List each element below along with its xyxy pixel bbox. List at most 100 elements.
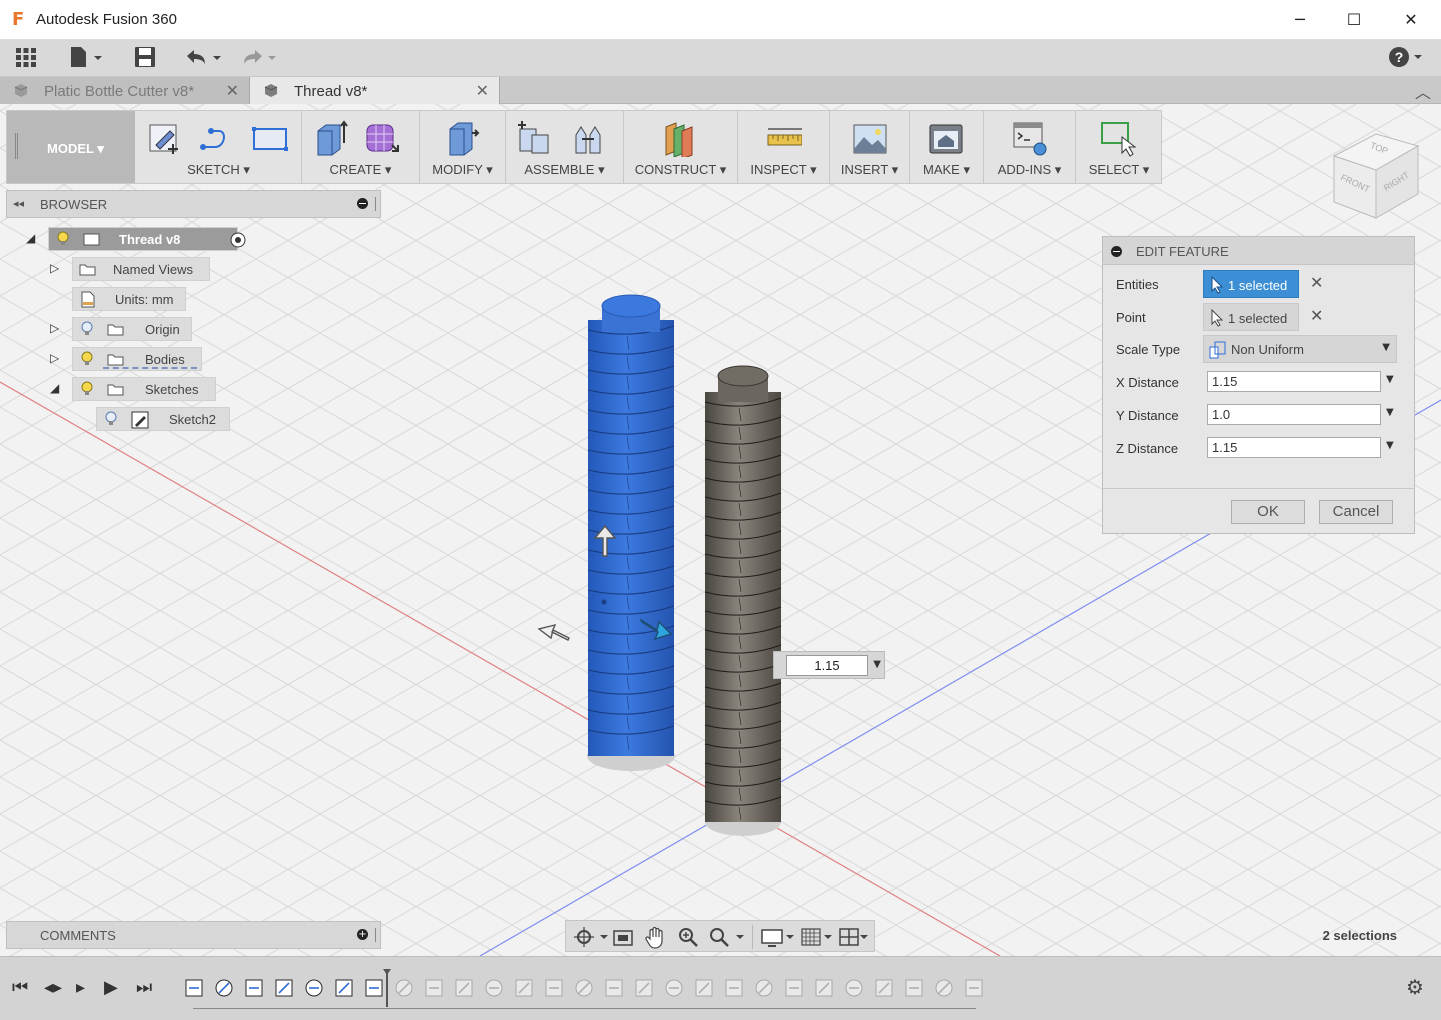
look-at-icon[interactable] (612, 925, 634, 949)
toolbar-grip[interactable] (15, 133, 18, 159)
insert-menu[interactable]: INSERT ▾ (830, 162, 909, 178)
ok-button[interactable]: OK (1231, 500, 1305, 524)
entities-selector[interactable]: 1 selected (1203, 270, 1299, 298)
timeline-feature-icon[interactable] (303, 977, 325, 999)
fit-icon[interactable] (706, 925, 746, 949)
collapse-icon[interactable]: ◢ (50, 381, 64, 395)
inspect-group[interactable]: INSPECT ▾ (738, 111, 830, 183)
tree-node[interactable]: Sketches (72, 377, 216, 401)
assemble-group[interactable]: ASSEMBLE ▾ (506, 111, 624, 183)
view-cube[interactable]: TOP FRONT RIGHT (1326, 118, 1426, 228)
minimize-browser-icon[interactable] (357, 198, 368, 209)
collapse-icon[interactable]: ◢ (26, 231, 40, 245)
offset-plane-icon[interactable] (662, 119, 698, 157)
visibility-bulb-off-icon[interactable] (81, 321, 93, 337)
timeline-settings-icon[interactable]: ⚙ (1406, 975, 1424, 999)
browser-header[interactable]: ◂◂ BROWSER (6, 190, 381, 218)
zoom-icon[interactable] (676, 925, 700, 949)
tree-node[interactable]: Thread v8 (48, 227, 246, 251)
line-icon[interactable] (198, 119, 234, 157)
scale-type-dropdown[interactable]: Non Uniform ▼ (1203, 335, 1397, 363)
tab-close-icon[interactable]: ✕ (226, 81, 239, 100)
select-menu[interactable]: SELECT ▾ (1076, 162, 1162, 178)
file-icon[interactable] (68, 45, 106, 71)
scripts-addins-icon[interactable] (1012, 119, 1048, 157)
tree-item-sketches[interactable]: ◢ Sketches (50, 377, 230, 401)
help-icon[interactable]: ? (1388, 45, 1428, 71)
timeline-feature-icon[interactable] (633, 977, 655, 999)
app-grid-icon[interactable] (14, 45, 40, 71)
tab-close-icon[interactable]: ✕ (476, 81, 489, 100)
timeline-feature-icon[interactable] (393, 977, 415, 999)
timeline-feature-icon[interactable] (183, 977, 205, 999)
timeline-feature-icon[interactable] (693, 977, 715, 999)
tree-item-root[interactable]: ◢ Thread v8 (26, 227, 246, 251)
display-settings-icon[interactable] (760, 925, 796, 949)
grid-settings-icon[interactable] (800, 925, 836, 949)
extrude-icon[interactable] (314, 119, 350, 157)
timeline-marker[interactable] (383, 969, 391, 1009)
tree-item-named-views[interactable]: ▷ Named Views (50, 257, 220, 281)
construct-group[interactable]: CONSTRUCT ▾ (624, 111, 738, 183)
construct-menu[interactable]: CONSTRUCT ▾ (624, 162, 737, 178)
collapse-dialog-icon[interactable] (1111, 246, 1122, 257)
comments-panel[interactable]: COMMENTS + (6, 921, 381, 949)
timeline-feature-icon[interactable] (963, 977, 985, 999)
timeline-track[interactable] (193, 1005, 976, 1009)
form-icon[interactable] (364, 119, 400, 157)
play-icon[interactable]: ▸ (76, 977, 85, 998)
sketch-menu[interactable]: SKETCH ▾ (136, 162, 301, 178)
z-distance-input[interactable] (1207, 437, 1381, 458)
timeline-feature-icon[interactable] (213, 977, 235, 999)
timeline-feature-icon[interactable] (453, 977, 475, 999)
press-pull-icon[interactable] (444, 119, 480, 157)
add-comment-icon[interactable]: + (357, 929, 368, 940)
timeline-feature-icon[interactable] (933, 977, 955, 999)
tree-item-origin[interactable]: ▷ Origin (50, 317, 200, 341)
insert-image-icon[interactable] (852, 119, 888, 157)
timeline-feature-icon[interactable] (603, 977, 625, 999)
collapse-tabs-icon[interactable]: ︿ (1415, 79, 1431, 103)
pin-comments-icon[interactable] (375, 928, 377, 942)
timeline-feature-icon[interactable] (573, 977, 595, 999)
select-icon[interactable] (1100, 119, 1136, 157)
tab-plastic-bottle-cutter[interactable]: Platic Bottle Cutter v8* ✕ (0, 77, 250, 104)
tree-item-bodies[interactable]: ▷ Bodies (50, 347, 210, 371)
thread-body[interactable] (704, 365, 782, 836)
go-to-end-icon[interactable]: ⏭ (136, 977, 152, 998)
maximize-button[interactable]: ☐ (1334, 6, 1374, 34)
new-component-icon[interactable] (516, 119, 552, 157)
tree-node[interactable]: Named Views (72, 257, 210, 281)
undo-icon[interactable] (183, 45, 225, 71)
modify-group[interactable]: MODIFY ▾ (420, 111, 506, 183)
tree-item-sketch2[interactable]: Sketch2 (96, 407, 236, 431)
timeline-feature-icon[interactable] (783, 977, 805, 999)
make-group[interactable]: MAKE ▾ (910, 111, 984, 183)
x-distance-input[interactable] (1207, 371, 1381, 392)
timeline-feature-icon[interactable] (753, 977, 775, 999)
step-forward-icon[interactable]: ▶ (104, 977, 118, 998)
create-sketch-icon[interactable] (146, 119, 182, 157)
minimize-button[interactable]: ─ (1280, 6, 1320, 34)
timeline-feature-icon[interactable] (903, 977, 925, 999)
activate-component-icon[interactable] (229, 231, 247, 249)
tree-node[interactable]: Sketch2 (96, 407, 230, 431)
point-selector[interactable]: 1 selected (1203, 303, 1299, 331)
joint-icon[interactable] (570, 119, 606, 157)
sketch-group[interactable]: SKETCH ▾ (136, 111, 302, 183)
add-ins-menu[interactable]: ADD-INS ▾ (984, 162, 1075, 178)
select-group[interactable]: SELECT ▾ (1076, 111, 1162, 183)
pan-icon[interactable] (644, 925, 668, 949)
rectangle-icon[interactable] (252, 119, 288, 157)
manipulator-value-input[interactable] (786, 655, 868, 676)
y-distance-dropdown-icon[interactable]: ▼ (1386, 407, 1394, 418)
insert-group[interactable]: INSERT ▾ (830, 111, 910, 183)
tree-node[interactable]: Units: mm (72, 287, 186, 311)
go-to-start-icon[interactable]: ⏮ (12, 977, 28, 998)
collapse-browser-icon[interactable]: ◂◂ (13, 197, 24, 210)
make-menu[interactable]: MAKE ▾ (910, 162, 983, 178)
expand-icon[interactable]: ▷ (50, 351, 64, 365)
workspace-switcher[interactable]: MODEL ▾ (7, 111, 135, 183)
timeline-feature-icon[interactable] (723, 977, 745, 999)
tree-node[interactable]: Origin (72, 317, 192, 341)
